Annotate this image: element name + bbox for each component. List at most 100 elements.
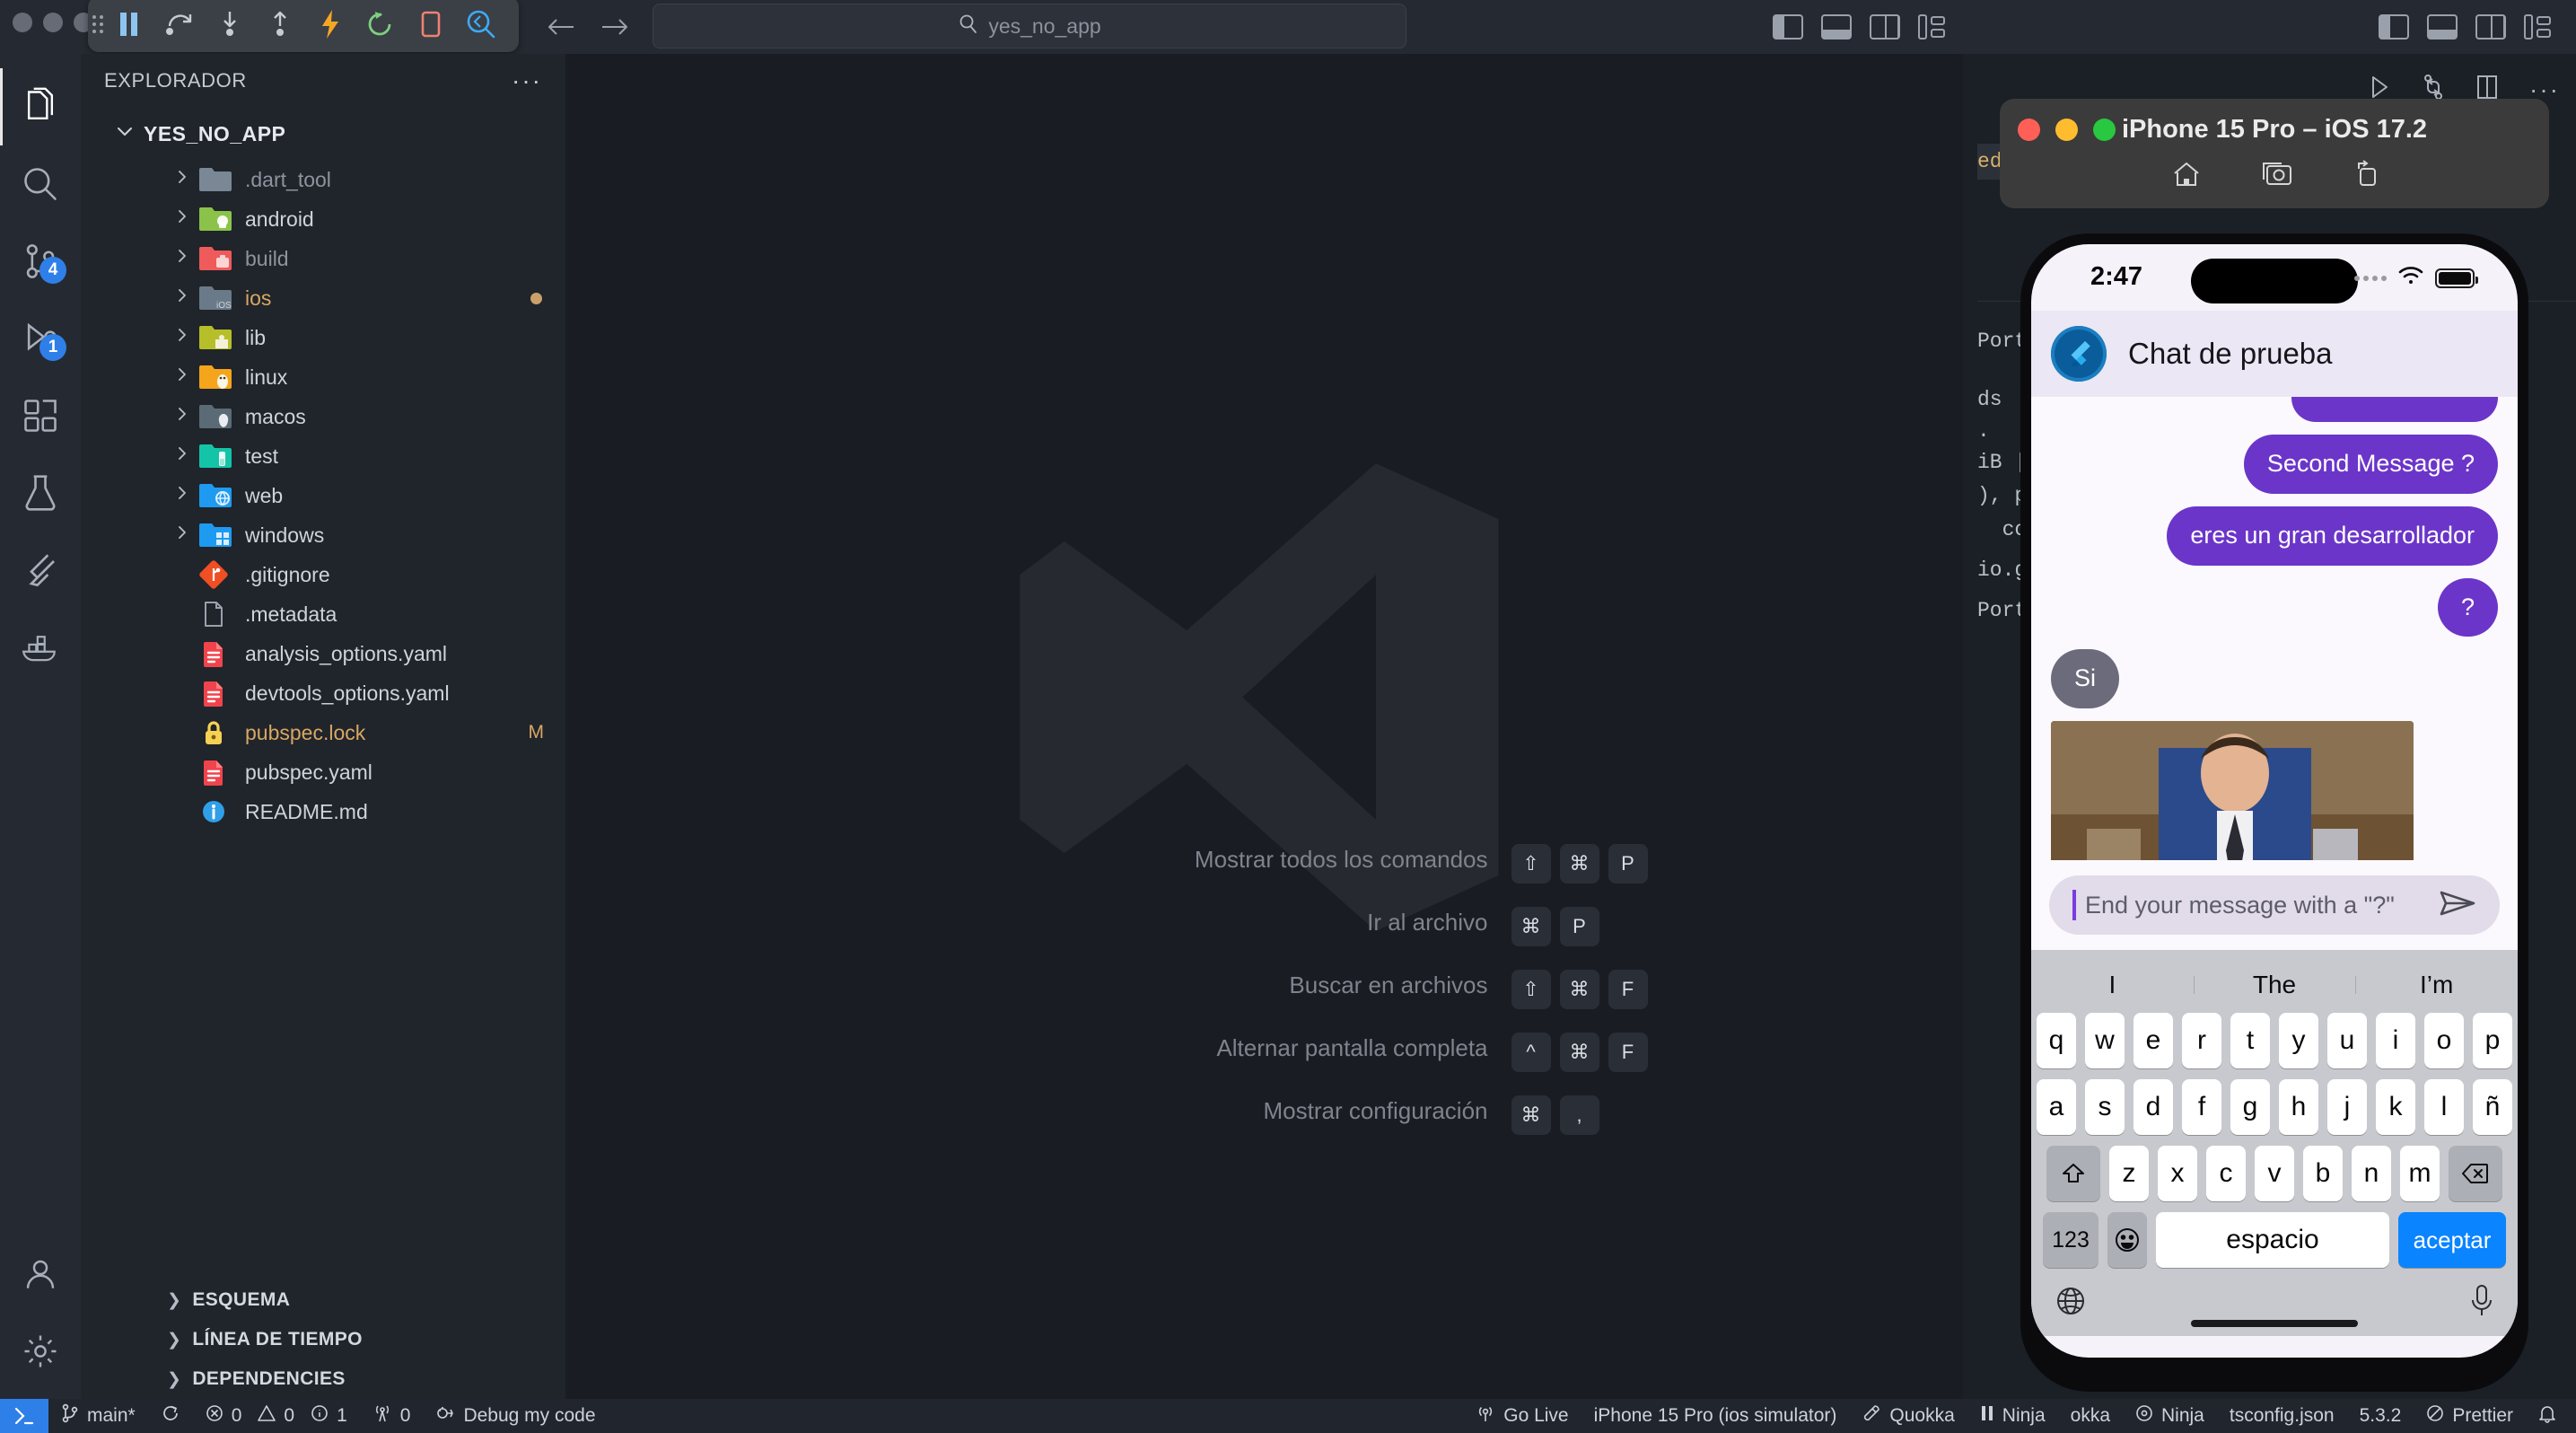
key-z[interactable]: z [2109,1146,2149,1201]
key-j[interactable]: j [2327,1079,2367,1135]
key-t[interactable]: t [2230,1013,2270,1068]
key-p[interactable]: p [2473,1013,2512,1068]
status-prettier[interactable]: Prettier [2414,1399,2526,1433]
key-w[interactable]: w [2085,1013,2125,1068]
emoji-icon[interactable] [2107,1212,2147,1268]
sidebar-item-source-control[interactable]: 4 [0,223,81,300]
status-branch[interactable]: main* [48,1399,148,1433]
accounts-icon[interactable] [0,1235,81,1313]
stop-icon[interactable] [406,2,456,47]
key-h[interactable]: h [2279,1079,2318,1135]
key-c[interactable]: c [2206,1146,2246,1201]
send-icon[interactable] [2439,889,2476,922]
more-actions-icon[interactable]: ··· [512,66,542,95]
key-g[interactable]: g [2230,1079,2270,1135]
sidebar-section-timeline[interactable]: ❯ LÍNEA DE TIEMPO [81,1320,565,1359]
message-input[interactable]: End your message with a "?" [2049,875,2500,935]
key-q[interactable]: q [2037,1013,2076,1068]
pause-icon[interactable] [104,2,154,47]
forward-icon[interactable] [600,12,630,42]
window-minimize-button[interactable] [43,13,63,32]
status-device[interactable]: iPhone 15 Pro (ios simulator) [1582,1399,1850,1433]
key-b[interactable]: b [2303,1146,2343,1201]
status-ts-version[interactable]: 5.3.2 [2347,1399,2414,1433]
tree-item-analysis-options-yaml[interactable]: analysis_options.yaml [81,634,565,673]
tree-item-linux[interactable]: linux [81,357,565,397]
shift-icon[interactable] [2046,1146,2100,1201]
key-s[interactable]: s [2085,1079,2125,1135]
tree-item-web[interactable]: web [81,476,565,515]
back-icon[interactable] [546,12,576,42]
toggle-secondary-sidebar-icon[interactable] [1870,14,1900,40]
key-m[interactable]: m [2400,1146,2440,1201]
toggle-panel-icon[interactable] [1821,14,1852,40]
numbers-key[interactable]: 123 [2043,1212,2098,1268]
tree-item-build[interactable]: build [81,239,565,278]
step-over-icon[interactable] [154,2,205,47]
backspace-icon[interactable] [2449,1146,2502,1201]
toggle-secondary-sidebar-icon-2[interactable] [2475,14,2506,40]
tree-item-pubspec-yaml[interactable]: pubspec.yaml [81,752,565,792]
tree-item-readme-md[interactable]: README.md [81,792,565,831]
toggle-panel-icon-2[interactable] [2427,14,2458,40]
microphone-icon[interactable] [2469,1284,2494,1323]
gear-icon[interactable] [0,1313,81,1390]
hot-restart-icon[interactable] [355,2,406,47]
status-ninja[interactable]: Ninja [2123,1399,2217,1433]
key-n[interactable]: n [2352,1146,2391,1201]
key-ñ[interactable]: ñ [2473,1079,2512,1135]
sidebar-item-search[interactable] [0,145,81,223]
key-e[interactable]: e [2134,1013,2173,1068]
customize-layout-icon[interactable] [1918,14,1949,40]
tree-item--gitignore[interactable]: .gitignore [81,555,565,594]
sidebar-item-run-and-debug[interactable]: 1 [0,300,81,377]
key-f[interactable]: f [2182,1079,2221,1135]
tree-item-pubspec-lock[interactable]: pubspec.lock M [81,713,565,752]
key-u[interactable]: u [2327,1013,2367,1068]
tree-item-macos[interactable]: macos [81,397,565,436]
sidebar-item-flutter[interactable] [0,532,81,609]
sidebar-section-outline[interactable]: ❯ ESQUEMA [81,1280,565,1320]
key-y[interactable]: y [2279,1013,2318,1068]
key-i[interactable]: i [2376,1013,2415,1068]
space-key[interactable]: espacio [2156,1212,2389,1268]
toggle-primary-sidebar-icon[interactable] [1773,14,1803,40]
home-icon[interactable] [2171,160,2202,193]
prediction-item[interactable]: The [2193,971,2356,999]
status-go-live[interactable]: Go Live [1463,1399,1581,1433]
sidebar-section-dependencies[interactable]: ❯ DEPENDENCIES [81,1359,565,1399]
status-problems[interactable]: 0 0 1 [193,1399,360,1433]
key-x[interactable]: x [2158,1146,2197,1201]
status-notifications[interactable] [2526,1399,2576,1433]
window-close-button[interactable] [13,13,32,32]
key-k[interactable]: k [2376,1079,2415,1135]
sidebar-item-extensions[interactable] [0,377,81,454]
key-r[interactable]: r [2182,1013,2221,1068]
chat-message-list[interactable]: Second Message ? eres un gran desarrolla… [2031,397,2518,860]
tree-root-yes-no-app[interactable]: YES_NO_APP [81,108,565,160]
hot-reload-icon[interactable] [305,2,355,47]
key-l[interactable]: l [2424,1079,2464,1135]
tree-item-windows[interactable]: windows [81,515,565,555]
tree-item-devtools-options-yaml[interactable]: devtools_options.yaml [81,673,565,713]
key-v[interactable]: v [2255,1146,2294,1201]
globe-icon[interactable] [2055,1285,2087,1322]
sidebar-item-testing[interactable] [0,454,81,532]
status-tsconfig[interactable]: tsconfig.json [2217,1399,2347,1433]
tree-item-lib[interactable]: lib [81,318,565,357]
customize-layout-icon-2[interactable] [2524,14,2554,40]
command-center-search[interactable]: yes_no_app [653,4,1406,48]
tree-item-android[interactable]: android [81,199,565,239]
status-ninja-pause[interactable]: Ninja [1967,1399,2058,1433]
status-ports[interactable]: 0 [360,1399,424,1433]
step-into-icon[interactable] [205,2,255,47]
sidebar-item-explorer[interactable] [0,68,81,145]
status-quokka-2[interactable]: okka [2058,1399,2123,1433]
drag-handle-icon[interactable] [92,9,104,40]
tree-item-ios[interactable]: iOS ios [81,278,565,318]
prediction-item[interactable]: I [2031,971,2194,999]
tree-item-test[interactable]: test [81,436,565,476]
rotate-icon[interactable] [2353,160,2378,193]
toggle-primary-sidebar-icon-2[interactable] [2379,14,2409,40]
status-debug-my-code[interactable]: Debug my code [423,1399,608,1433]
